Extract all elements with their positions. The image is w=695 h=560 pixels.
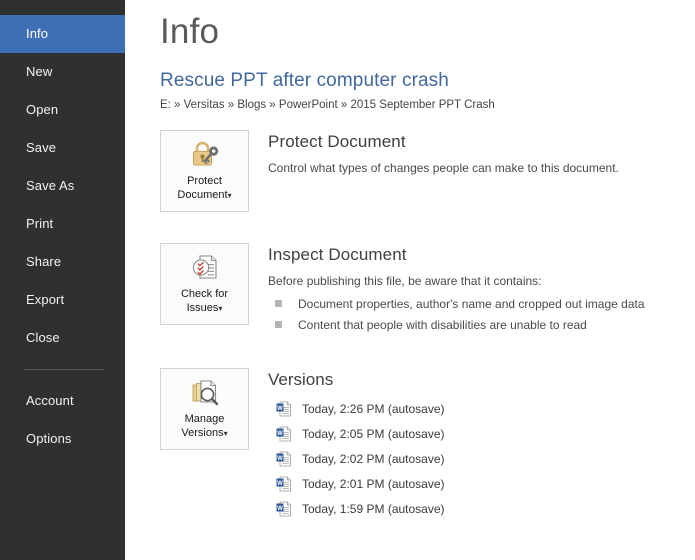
sidebar-item-save[interactable]: Save	[0, 129, 125, 167]
sidebar-item-options[interactable]: Options	[0, 420, 125, 458]
protect-document-info: Protect Document Control what types of c…	[268, 130, 695, 176]
versions-info: Versions W Today, 2:26 PM (autosave) W T…	[268, 368, 695, 521]
chevron-down-icon[interactable]: ▾	[218, 304, 222, 313]
chevron-down-icon[interactable]: ▾	[228, 191, 232, 200]
svg-text:W: W	[277, 430, 283, 436]
inspect-document-info: Inspect Document Before publishing this …	[268, 243, 695, 335]
inspect-document-section: Check for Issues▾ Inspect Document Befor…	[160, 243, 695, 335]
svg-text:W: W	[277, 480, 283, 486]
sidebar-item-print[interactable]: Print	[0, 205, 125, 243]
sidebar-item-open[interactable]: Open	[0, 91, 125, 129]
svg-text:W: W	[277, 405, 283, 411]
version-item[interactable]: W Today, 2:05 PM (autosave)	[268, 421, 695, 446]
svg-text:W: W	[277, 505, 283, 511]
sidebar-item-close[interactable]: Close	[0, 319, 125, 357]
document-title: Rescue PPT after computer crash	[160, 70, 449, 91]
document-checklist-icon	[188, 250, 222, 284]
info-pane: Info Rescue PPT after computer crash E: …	[125, 0, 695, 560]
page-title: Info	[160, 12, 220, 51]
bullet-square-icon	[275, 300, 282, 307]
backstage-view: Info New Open Save Save As Print Share E…	[0, 0, 695, 560]
versions-heading: Versions	[268, 370, 334, 389]
word-document-icon: W	[276, 401, 292, 417]
versions-section: Manage Versions▾ Versions W Today, 2:26 …	[160, 368, 695, 521]
sidebar-divider	[24, 369, 104, 370]
version-item-label: Today, 2:05 PM (autosave)	[302, 426, 445, 441]
sidebar-item-label: Print	[26, 216, 54, 231]
padlock-key-icon	[188, 137, 222, 171]
version-item-label: Today, 2:01 PM (autosave)	[302, 476, 445, 491]
version-item[interactable]: W Today, 1:59 PM (autosave)	[268, 496, 695, 521]
version-item[interactable]: W Today, 2:02 PM (autosave)	[268, 446, 695, 471]
sidebar-item-save-as[interactable]: Save As	[0, 167, 125, 205]
protect-document-heading: Protect Document	[268, 132, 406, 151]
check-for-issues-button[interactable]: Check for Issues▾	[160, 243, 249, 325]
protect-document-description: Control what types of changes people can…	[268, 161, 619, 175]
list-item-label: Document properties, author's name and c…	[298, 296, 645, 311]
protect-document-button-label: Protect Document▾	[177, 175, 232, 201]
version-item[interactable]: W Today, 2:01 PM (autosave)	[268, 471, 695, 496]
bullet-square-icon	[275, 321, 282, 328]
sidebar-item-label: Save As	[26, 178, 75, 193]
version-item[interactable]: W Today, 2:26 PM (autosave)	[268, 396, 695, 421]
sidebar-item-info[interactable]: Info	[0, 15, 125, 53]
sidebar-item-label: Info	[26, 26, 49, 41]
sidebar-item-label: New	[26, 64, 53, 79]
sidebar-item-new[interactable]: New	[0, 53, 125, 91]
manage-versions-button[interactable]: Manage Versions▾	[160, 368, 249, 450]
sidebar-item-label: Save	[26, 140, 57, 155]
protect-document-button[interactable]: Protect Document▾	[160, 130, 249, 212]
version-item-label: Today, 2:02 PM (autosave)	[302, 451, 445, 466]
backstage-sidebar: Info New Open Save Save As Print Share E…	[0, 0, 125, 560]
check-for-issues-button-label: Check for Issues▾	[180, 288, 229, 314]
sidebar-item-account[interactable]: Account	[0, 382, 125, 420]
sidebar-item-label: Open	[26, 102, 59, 117]
word-document-icon: W	[276, 426, 292, 442]
sidebar-item-label: Close	[26, 330, 60, 345]
version-item-label: Today, 2:26 PM (autosave)	[302, 401, 445, 416]
inspect-document-description: Before publishing this file, be aware th…	[268, 274, 542, 288]
inspect-document-heading: Inspect Document	[268, 245, 407, 264]
sidebar-item-label: Export	[26, 292, 65, 307]
documents-magnifier-icon	[188, 375, 222, 409]
chevron-down-icon[interactable]: ▾	[224, 429, 228, 438]
sidebar-item-label: Share	[26, 254, 62, 269]
protect-document-section: Protect Document▾ Protect Document Contr…	[160, 130, 695, 212]
list-item: Document properties, author's name and c…	[268, 293, 695, 314]
sidebar-item-export[interactable]: Export	[0, 281, 125, 319]
word-document-icon: W	[276, 451, 292, 467]
word-document-icon: W	[276, 476, 292, 492]
version-item-label: Today, 1:59 PM (autosave)	[302, 501, 445, 516]
document-path-breadcrumb: E: » Versitas » Blogs » PowerPoint » 201…	[160, 99, 495, 111]
manage-versions-button-label: Manage Versions▾	[181, 413, 228, 439]
word-document-icon: W	[276, 501, 292, 517]
list-item: Content that people with disabilities ar…	[268, 314, 695, 335]
inspect-document-findings: Document properties, author's name and c…	[268, 293, 695, 335]
sidebar-item-label: Options	[26, 431, 72, 446]
sidebar-item-label: Account	[26, 393, 74, 408]
svg-text:W: W	[277, 455, 283, 461]
list-item-label: Content that people with disabilities ar…	[298, 317, 587, 332]
sidebar-item-share[interactable]: Share	[0, 243, 125, 281]
